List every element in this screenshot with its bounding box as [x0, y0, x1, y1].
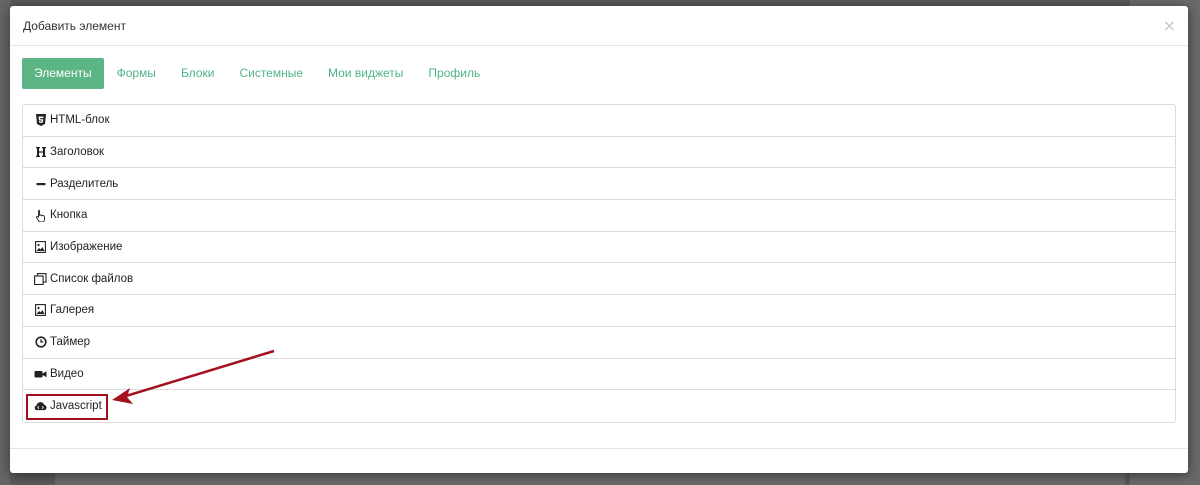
tab-elements[interactable]: Элементы [22, 58, 104, 89]
list-item-label: Видео [50, 367, 84, 380]
modal-header: Добавить элемент × [10, 6, 1188, 46]
tab-forms[interactable]: Формы [105, 58, 168, 89]
list-item-video[interactable]: Видео [23, 359, 1175, 391]
clock-icon [34, 336, 47, 349]
list-item-label: Галерея [50, 304, 95, 317]
modal-title: Добавить элемент [23, 19, 126, 33]
list-item-timer[interactable]: Таймер [23, 327, 1175, 359]
add-element-modal: Добавить элемент × Элементы Формы Блоки … [10, 6, 1188, 473]
close-icon[interactable]: × [1163, 16, 1176, 35]
tab-system[interactable]: Системные [227, 58, 315, 89]
list-item-file-list[interactable]: Список файлов [23, 263, 1175, 296]
list-item-label: HTML-блок [50, 114, 110, 127]
list-item-divider[interactable]: Разделитель [23, 168, 1175, 201]
list-item-label: Таймер [50, 336, 91, 349]
gallery-icon [34, 304, 47, 317]
list-item-header[interactable]: Заголовок [23, 137, 1175, 169]
minus-icon [34, 177, 47, 190]
background-left-edge [0, 0, 10, 485]
list-item-label: Список файлов [50, 272, 134, 285]
modal-footer-divider [10, 448, 1188, 449]
background-bottom-panel [55, 473, 1125, 485]
list-item-button[interactable]: Кнопка [23, 200, 1175, 232]
list-item-image[interactable]: Изображение [23, 232, 1175, 264]
tab-profile[interactable]: Профиль [416, 58, 492, 89]
tab-blocks[interactable]: Блоки [169, 58, 227, 89]
tab-bar: Элементы Формы Блоки Системные Мои видже… [22, 58, 493, 89]
list-item-label: Разделитель [50, 177, 119, 190]
list-item-label: Заголовок [50, 146, 105, 159]
element-list: HTML-блок Заголовок Разделитель Кнопка И… [22, 104, 1176, 423]
background-right-edge [1188, 0, 1200, 485]
list-item-gallery[interactable]: Галерея [23, 295, 1175, 327]
video-camera-icon [34, 367, 47, 380]
hand-pointer-icon [34, 209, 47, 222]
tab-my-widgets[interactable]: Мои виджеты [316, 58, 415, 89]
annotation-highlight-box [26, 394, 108, 420]
list-item-label: Кнопка [50, 209, 88, 222]
list-item-html-block[interactable]: HTML-блок [23, 105, 1175, 137]
header-icon [34, 146, 47, 159]
list-item-label: Изображение [50, 241, 123, 254]
files-icon [34, 272, 47, 285]
list-item-javascript[interactable]: Javascript [23, 390, 1175, 422]
html5-icon [34, 114, 47, 127]
image-icon [34, 241, 47, 254]
